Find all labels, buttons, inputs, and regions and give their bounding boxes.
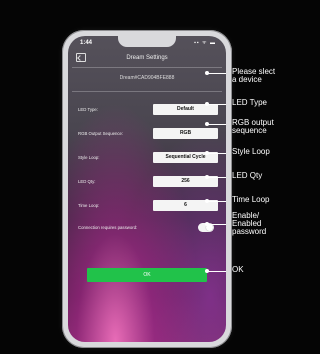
callout-text: RGB output sequence xyxy=(232,119,274,135)
callout-line xyxy=(206,177,226,178)
phone-frame: 1:44 ▪▪ ᯤ ▬ Dream Settings Dream#CAD904B… xyxy=(62,30,232,348)
status-icons: ▪▪ ᯤ ▬ xyxy=(194,40,216,46)
setting-row-time-loop: Time Loop: 6 xyxy=(78,200,218,212)
back-icon[interactable] xyxy=(76,53,86,62)
device-selector[interactable]: Dream#CAD904BFE888 xyxy=(68,75,226,81)
callout-text: LED Qty xyxy=(232,172,262,180)
nav-bar: Dream Settings xyxy=(68,51,226,65)
divider xyxy=(72,67,222,68)
callout-text: LED Type xyxy=(232,99,267,107)
callout-line xyxy=(206,271,226,272)
callout-line-text: LED Qty xyxy=(232,171,263,180)
callout-line xyxy=(206,124,226,125)
callout-line-text: a device xyxy=(232,75,262,84)
setting-label: LED Qty: xyxy=(78,179,96,184)
divider xyxy=(72,91,222,92)
callout-line-text: password xyxy=(232,227,267,236)
setting-label: RGB Output Sequence: xyxy=(78,131,124,136)
callout-line-text: LED Type xyxy=(232,98,267,107)
setting-row-rgb-sequence: RGB Output Sequence: RGB xyxy=(78,128,218,140)
setting-row-password: Connection requires password: xyxy=(78,222,218,234)
setting-label: LED Type: xyxy=(78,107,98,112)
ok-button[interactable]: OK xyxy=(87,268,207,282)
rgb-sequence-select[interactable]: RGB xyxy=(153,128,218,139)
callout-line xyxy=(206,73,226,74)
callout-text: Please slect a device xyxy=(232,68,275,84)
callout-line-text: OK xyxy=(232,265,244,274)
status-bar: 1:44 ▪▪ ᯤ ▬ xyxy=(78,39,216,49)
setting-label: Style Loop: xyxy=(78,155,100,160)
setting-row-led-qty: LED Qty: 256 xyxy=(78,176,218,188)
app-screen: 1:44 ▪▪ ᯤ ▬ Dream Settings Dream#CAD904B… xyxy=(68,36,226,342)
setting-label: Time Loop: xyxy=(78,203,100,208)
callout-line xyxy=(206,201,226,202)
callout-line xyxy=(206,153,226,154)
led-type-select[interactable]: Default xyxy=(153,104,218,115)
status-time: 1:44 xyxy=(80,40,93,46)
callout-line-text: sequence xyxy=(232,126,267,135)
callout-text: Time Loop xyxy=(232,196,270,204)
callout-text: OK xyxy=(232,266,244,274)
callout-line-text: Style Loop xyxy=(232,147,270,156)
callout-line xyxy=(206,104,226,105)
callout-line xyxy=(206,224,226,225)
setting-label: Connection requires password: xyxy=(78,225,138,230)
callout-text: Style Loop xyxy=(232,148,270,156)
callout-text: Enable/ Enabled password xyxy=(232,212,266,236)
callout-line-text: Time Loop xyxy=(232,195,270,204)
setting-row-led-type: LED Type: Default xyxy=(78,104,218,116)
page-title: Dream Settings xyxy=(126,55,168,61)
setting-row-style-loop: Style Loop: Sequential Cycle xyxy=(78,152,218,164)
